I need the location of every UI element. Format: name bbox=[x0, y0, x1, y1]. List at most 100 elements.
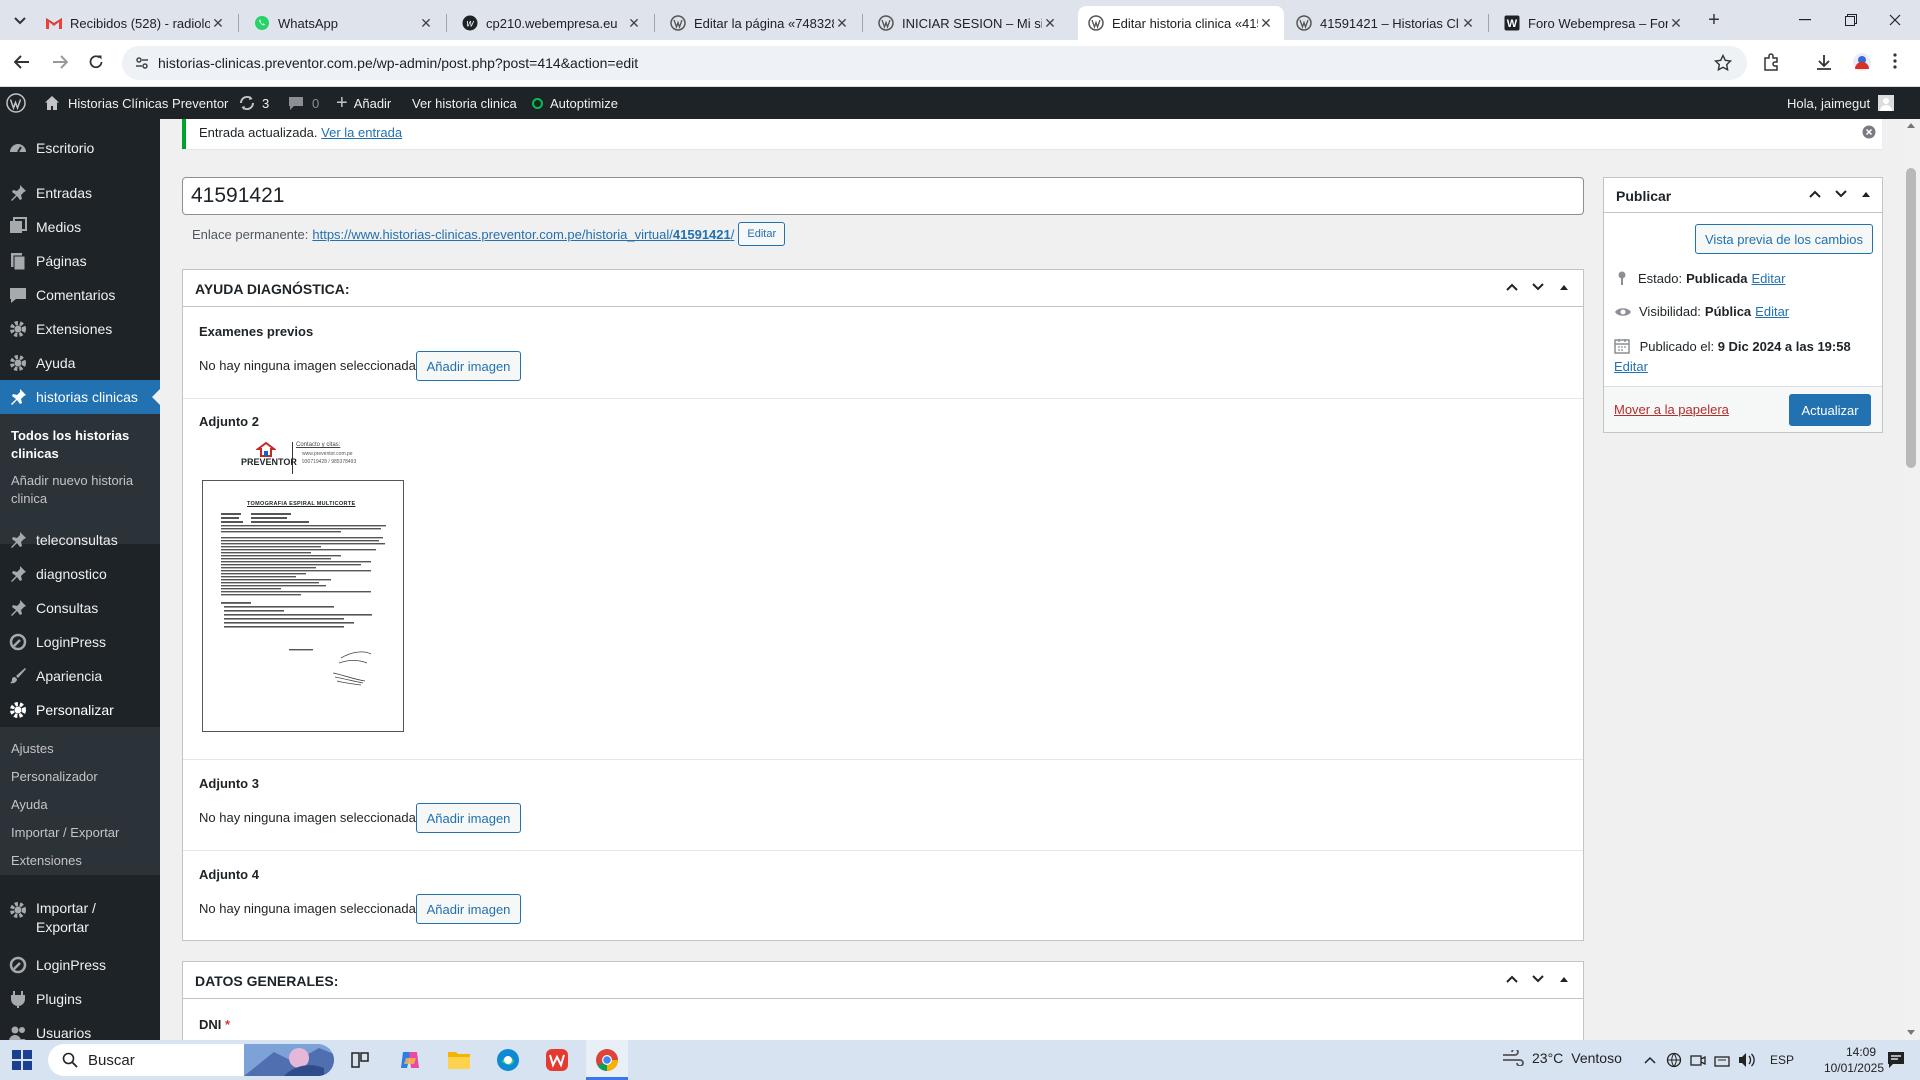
wifi-icon[interactable] bbox=[1714, 1052, 1730, 1068]
sidebar-item-diagnostico[interactable]: diagnostico bbox=[0, 557, 160, 591]
toggle-panel-button[interactable] bbox=[1559, 283, 1569, 291]
address-bar[interactable]: historias-clinicas.preventor.com.pe/wp-a… bbox=[122, 46, 1747, 80]
wp-logo-menu[interactable] bbox=[6, 87, 30, 119]
sidebar-item-historias-clinicas[interactable]: historias clinicas bbox=[0, 380, 160, 414]
new-tab-button[interactable]: + bbox=[1702, 8, 1726, 32]
sidebar-item-teleconsultas[interactable]: teleconsultas bbox=[0, 523, 160, 557]
preview-changes-button[interactable]: Vista previa de los cambios bbox=[1695, 224, 1873, 254]
more-menu-icon[interactable] bbox=[1892, 52, 1898, 70]
move-down-button[interactable] bbox=[1531, 280, 1545, 294]
copilot-button[interactable] bbox=[398, 1048, 422, 1072]
close-window-button[interactable] bbox=[1880, 8, 1910, 32]
sidebar-item-entradas[interactable]: Entradas bbox=[0, 176, 160, 210]
sidebar-item-importar-exportar[interactable]: Importar / Exportar bbox=[0, 899, 160, 943]
sidebar-item-consultas[interactable]: Consultas bbox=[0, 591, 160, 625]
weather-widget[interactable]: 23°C Ventoso bbox=[1502, 1050, 1622, 1066]
page-scrollbar[interactable] bbox=[1902, 119, 1920, 1040]
network-icon[interactable] bbox=[1666, 1052, 1682, 1068]
attachment-image-adjunto-2[interactable]: PREVENTOR Contacto y citas: www.prevento… bbox=[202, 442, 406, 739]
submenu-item-anadir-nuevo[interactable]: Añadir nuevo historia clinica bbox=[11, 472, 151, 508]
close-icon[interactable]: ✕ bbox=[1258, 15, 1274, 32]
profile-icon[interactable] bbox=[1852, 52, 1872, 72]
chevron-up-icon[interactable] bbox=[1644, 1056, 1656, 1064]
view-entry-link[interactable]: Ver la entrada bbox=[321, 125, 402, 140]
update-button[interactable]: Actualizar bbox=[1789, 394, 1871, 426]
sidebar-item-ayuda[interactable]: Ayuda bbox=[0, 346, 160, 380]
move-down-button[interactable] bbox=[1531, 972, 1545, 986]
star-icon[interactable] bbox=[1714, 54, 1732, 72]
close-icon[interactable]: ✕ bbox=[1460, 15, 1476, 32]
browser-tab[interactable]: 41591421 – Historias Clín ✕ bbox=[1286, 6, 1486, 40]
post-title-input[interactable]: 41591421 bbox=[182, 177, 1584, 215]
sidebar-item-medios[interactable]: Medios bbox=[0, 210, 160, 244]
comments-menu[interactable]: 0 bbox=[288, 87, 319, 119]
move-up-button[interactable] bbox=[1505, 280, 1519, 294]
file-explorer-button[interactable] bbox=[447, 1049, 471, 1071]
edit-status-link[interactable]: Editar bbox=[1752, 271, 1786, 286]
browser-tab[interactable]: INICIAR SESION – Mi sitio ✕ bbox=[868, 6, 1068, 40]
language-indicator[interactable]: ESP bbox=[1770, 1053, 1794, 1067]
volume-icon[interactable] bbox=[1738, 1052, 1756, 1068]
dismiss-notice-button[interactable] bbox=[1862, 125, 1876, 139]
sidebar-item-comentarios[interactable]: Comentarios bbox=[0, 278, 160, 312]
permalink-url[interactable]: https://www.historias-clinicas.preventor… bbox=[312, 227, 734, 242]
edit-visibility-link[interactable]: Editar bbox=[1755, 304, 1789, 319]
close-icon[interactable]: ✕ bbox=[1668, 15, 1684, 32]
close-icon[interactable]: ✕ bbox=[834, 15, 850, 32]
edge-button[interactable] bbox=[496, 1048, 520, 1072]
add-image-button[interactable]: Añadir imagen bbox=[416, 803, 521, 833]
new-content-menu[interactable]: + Añadir bbox=[336, 87, 391, 119]
sidebar-item-loginpress[interactable]: LoginPress bbox=[0, 625, 160, 659]
toggle-panel-button[interactable] bbox=[1559, 975, 1569, 983]
scrollbar-thumb[interactable] bbox=[1906, 168, 1916, 468]
submenu-item-ayuda[interactable]: Ayuda bbox=[11, 796, 48, 814]
site-info-icon[interactable] bbox=[134, 55, 150, 71]
toggle-panel-button[interactable] bbox=[1861, 190, 1871, 198]
submenu-item-personalizador[interactable]: Personalizador bbox=[11, 768, 98, 786]
my-account-menu[interactable]: Hola, jaimegut bbox=[1787, 87, 1895, 119]
autoptimize-menu[interactable]: Autoptimize bbox=[532, 87, 618, 119]
submenu-item-todos[interactable]: Todos los historias clinicas bbox=[11, 427, 146, 463]
browser-tab[interactable]: W Foro Webempresa – Foro ✕ bbox=[1494, 6, 1694, 40]
sidebar-item-loginpress-2[interactable]: LoginPress bbox=[0, 948, 160, 982]
browser-tab[interactable]: Editar la página «7483282 ✕ bbox=[660, 6, 860, 40]
restore-button[interactable] bbox=[1836, 8, 1866, 32]
clock[interactable]: 14:09 10/01/2025 bbox=[1804, 1044, 1884, 1076]
move-to-trash-link[interactable]: Mover a la papelera bbox=[1614, 402, 1729, 417]
browser-tab[interactable]: Recibidos (528) - radiolog ✕ bbox=[36, 6, 236, 40]
add-image-button[interactable]: Añadir imagen bbox=[416, 351, 521, 381]
edit-date-link[interactable]: Editar bbox=[1614, 357, 1874, 377]
reload-button[interactable] bbox=[84, 50, 108, 74]
notifications-button[interactable] bbox=[1886, 1050, 1906, 1070]
download-icon[interactable] bbox=[1815, 53, 1833, 71]
scroll-up-arrow[interactable] bbox=[1907, 123, 1915, 128]
view-item-link[interactable]: Ver historia clinica bbox=[412, 87, 517, 119]
move-down-button[interactable] bbox=[1834, 187, 1848, 201]
browser-tab[interactable]: WhatsApp ✕ bbox=[244, 6, 444, 40]
move-up-button[interactable] bbox=[1505, 972, 1519, 986]
close-icon[interactable]: ✕ bbox=[626, 15, 642, 32]
edit-permalink-button[interactable]: Editar bbox=[738, 222, 786, 246]
meet-now-icon[interactable] bbox=[1690, 1052, 1706, 1068]
scroll-down-arrow[interactable] bbox=[1907, 1030, 1915, 1035]
sidebar-item-apariencia[interactable]: Apariencia bbox=[0, 659, 160, 693]
submenu-item-ajustes[interactable]: Ajustes bbox=[11, 740, 54, 758]
forward-button[interactable] bbox=[48, 50, 72, 74]
updates-menu[interactable]: 3 bbox=[238, 87, 269, 119]
sidebar-item-usuarios[interactable]: Usuarios bbox=[0, 1016, 160, 1040]
close-icon[interactable]: ✕ bbox=[418, 15, 434, 32]
extensions-icon[interactable] bbox=[1762, 53, 1780, 71]
taskbar-search[interactable]: Buscar bbox=[48, 1044, 334, 1076]
start-button[interactable] bbox=[12, 1050, 32, 1070]
sidebar-item-personalizar[interactable]: Personalizar bbox=[0, 693, 160, 727]
close-icon[interactable]: ✕ bbox=[1042, 15, 1058, 32]
sidebar-item-extensiones[interactable]: Extensiones bbox=[0, 312, 160, 346]
tab-search-button[interactable] bbox=[8, 10, 32, 32]
wps-button[interactable] bbox=[545, 1048, 569, 1072]
browser-tab-active[interactable]: Editar historia clinica «415 ✕ bbox=[1078, 6, 1284, 40]
site-name-menu[interactable]: Historias Clínicas Preventor bbox=[44, 87, 228, 119]
submenu-item-extensiones[interactable]: Extensiones bbox=[11, 852, 82, 870]
minimize-button[interactable] bbox=[1790, 8, 1820, 32]
sidebar-item-plugins[interactable]: Plugins bbox=[0, 982, 160, 1016]
chrome-button[interactable] bbox=[586, 1040, 628, 1080]
